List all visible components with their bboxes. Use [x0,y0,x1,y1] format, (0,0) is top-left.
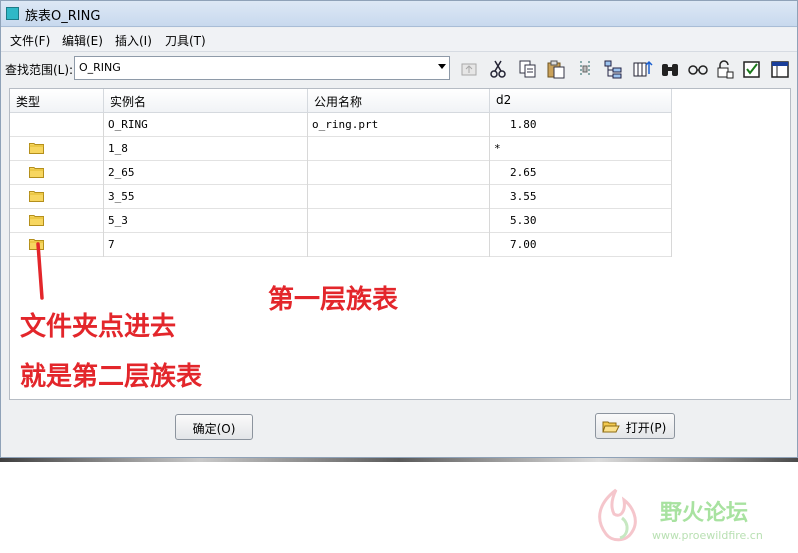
annotation-line1: 文件夹点进去 [20,312,177,342]
table-row[interactable]: 5_3 5.30 [10,209,672,233]
cell-common-name[interactable]: o_ring.prt [308,113,490,137]
watermark-url: www.proewildfire.cn [652,529,763,542]
cell-instance-name[interactable]: O_RING [104,113,308,137]
table-row[interactable]: 3_55 3.55 [10,185,672,209]
binoculars-icon[interactable] [659,58,681,80]
column-header-common-name[interactable]: 公用名称 [308,89,490,113]
cell-common-name[interactable] [308,137,490,161]
cell-d2[interactable]: 5.30 [490,209,672,233]
paste-icon[interactable] [545,58,567,80]
window-title: 族表O_RING [25,9,101,24]
instance-table: 类型 实例名 公用名称 d2 O_RING o_ring.prt 1.80 1_8 * 2… [9,88,791,400]
cell-d2[interactable]: 2.65 [490,161,672,185]
cell-d2[interactable]: * [490,137,672,161]
lookin-value: O_RING [79,61,121,74]
window-icon[interactable] [769,58,791,80]
column-header-d2[interactable]: d2 [490,89,672,113]
glasses-icon[interactable] [687,58,709,80]
cell-type [10,185,104,209]
cut-icon[interactable] [487,58,509,80]
cell-d2[interactable]: 1.80 [490,113,672,137]
column-header-type[interactable]: 类型 [10,89,104,113]
table-row[interactable]: 2_65 2.65 [10,161,672,185]
annotation-first-level: 第一层族表 [268,285,399,315]
watermark-text: 野火论坛 [660,501,749,526]
cell-common-name[interactable] [308,233,490,257]
up-folder-icon[interactable] [458,58,480,80]
background-strip [0,458,798,462]
cell-instance-name[interactable]: 2_65 [104,161,308,185]
open-folder-icon [602,421,620,433]
menu-bar: 文件(F) 编辑(E) 插入(I) 刀具(T) [1,28,797,52]
cell-common-name[interactable] [308,185,490,209]
menu-edit[interactable]: 编辑(E) [62,32,103,49]
menu-tool[interactable]: 刀具(T) [165,32,206,49]
cell-d2[interactable]: 3.55 [490,185,672,209]
cell-type [10,113,104,137]
cell-instance-name[interactable]: 7 [104,233,308,257]
flame-logo [598,488,637,542]
cell-instance-name[interactable]: 3_55 [104,185,308,209]
open-button-label: 打开(P) [625,421,667,435]
lookin-combobox[interactable]: O_RING [74,56,450,80]
annotation-line2: 就是第二层族表 [20,362,203,392]
copy-icon[interactable] [517,58,539,80]
column-header-instance[interactable]: 实例名 [104,89,308,113]
tree-view-icon[interactable] [602,58,624,80]
folder-icon [29,143,44,154]
table-columns-icon[interactable] [631,58,653,80]
cell-instance-name[interactable]: 1_8 [104,137,308,161]
cell-type [10,161,104,185]
menu-insert[interactable]: 插入(I) [115,32,152,49]
title-bar[interactable]: 族表O_RING [1,1,797,27]
ok-button[interactable]: 确定(O) [175,414,253,440]
menu-file[interactable]: 文件(F) [10,32,50,49]
folder-icon [29,215,44,226]
checkbox-icon[interactable] [741,58,763,80]
folder-icon [29,167,44,178]
app-icon [6,7,19,20]
table-row[interactable]: 1_8 * [10,137,672,161]
cell-type [10,209,104,233]
zipper-icon[interactable] [574,58,596,80]
cell-instance-name[interactable]: 5_3 [104,209,308,233]
cell-d2[interactable]: 7.00 [490,233,672,257]
table-row[interactable]: 7 7.00 [10,233,672,257]
chevron-down-icon[interactable] [438,64,446,69]
cell-common-name[interactable] [308,209,490,233]
cell-common-name[interactable] [308,161,490,185]
annotation-arrow [36,242,44,300]
lock-icon[interactable] [714,58,736,80]
cell-type [10,137,104,161]
screenshot: 族表O_RING 文件(F) 编辑(E) 插入(I) 刀具(T) 查找范围(L)… [0,0,798,553]
table-row[interactable]: O_RING o_ring.prt 1.80 [10,113,672,137]
folder-icon [29,191,44,202]
open-button[interactable]: 打开(P) [595,413,675,439]
lookin-label: 查找范围(L): [5,63,74,77]
cell-type [10,233,104,257]
